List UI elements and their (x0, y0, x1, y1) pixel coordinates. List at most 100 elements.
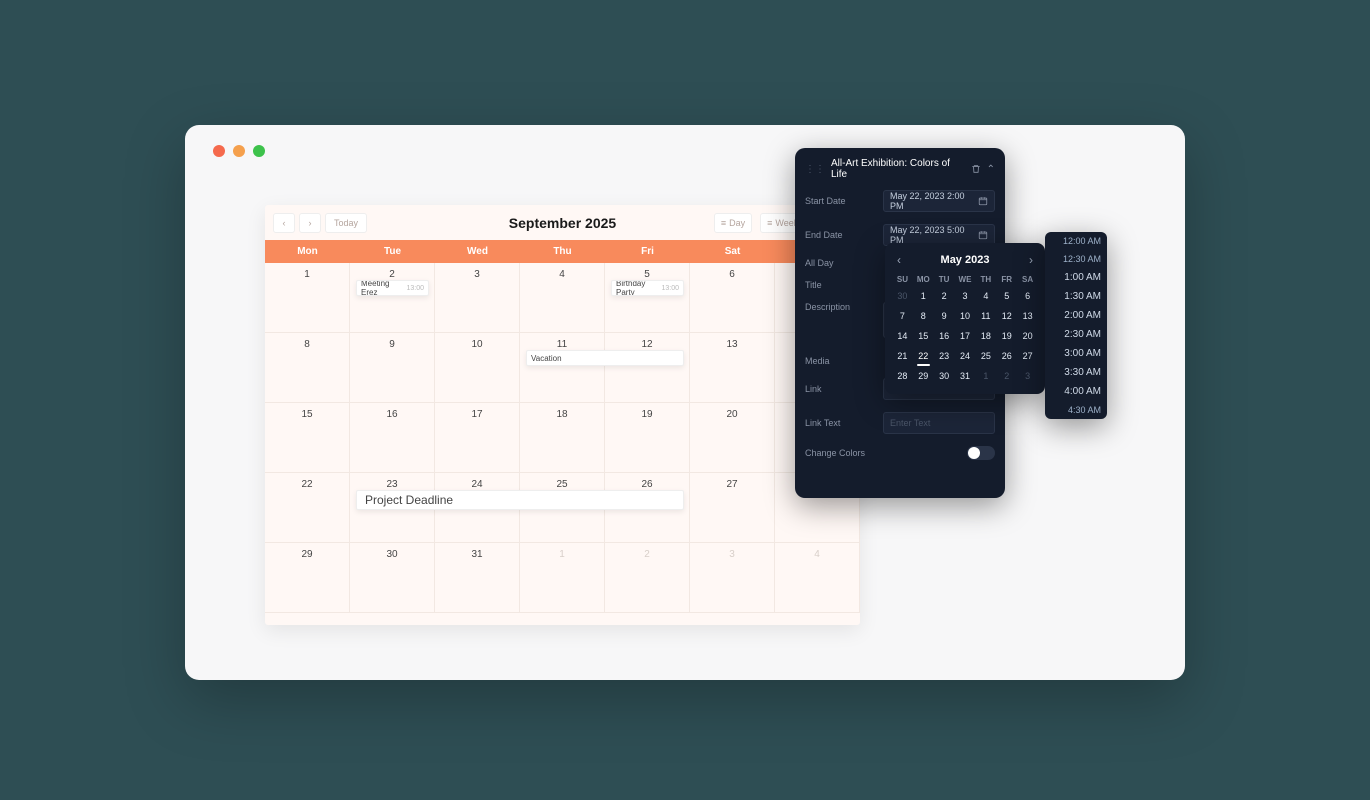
picker-day[interactable]: 13 (1018, 308, 1037, 324)
picker-day[interactable]: 24 (956, 348, 975, 364)
time-option[interactable]: 4:00 AM (1051, 386, 1101, 397)
time-option[interactable]: 1:30 AM (1051, 291, 1101, 302)
picker-day[interactable]: 1 (976, 368, 995, 384)
picker-day[interactable]: 29 (914, 368, 933, 384)
event-chip[interactable]: Vacation (526, 350, 684, 366)
picker-day[interactable]: 28 (893, 368, 912, 384)
day-number: 18 (526, 409, 598, 420)
picker-day[interactable]: 2 (935, 288, 954, 304)
calendar-cell[interactable]: 31 (435, 543, 520, 613)
picker-day[interactable]: 5 (997, 288, 1016, 304)
picker-day[interactable]: 25 (976, 348, 995, 364)
calendar-icon (978, 196, 988, 206)
time-option[interactable]: 1:00 AM (1051, 272, 1101, 283)
picker-day[interactable]: 17 (956, 328, 975, 344)
picker-day[interactable]: 23 (935, 348, 954, 364)
picker-day[interactable]: 16 (935, 328, 954, 344)
close-dot[interactable] (213, 145, 225, 157)
maximize-dot[interactable] (253, 145, 265, 157)
calendar-cell[interactable]: 6 (690, 263, 775, 333)
start-date-field: Start Date May 22, 2023 2:00 PM (805, 190, 995, 212)
calendar-cell[interactable]: 10 (435, 333, 520, 403)
calendar-cell[interactable]: 3 (690, 543, 775, 613)
start-date-input[interactable]: May 22, 2023 2:00 PM (883, 190, 995, 212)
calendar-cell[interactable]: 13 (690, 333, 775, 403)
panel-header: ⋮⋮ All-Art Exhibition: Colors of Life ⌃ (805, 158, 995, 180)
event-chip[interactable]: Meeting Erez13:00 (356, 280, 429, 296)
picker-day[interactable]: 3 (1018, 368, 1037, 384)
picker-day[interactable]: 26 (997, 348, 1016, 364)
time-option[interactable]: 4:30 AM (1051, 405, 1101, 415)
calendar-cell[interactable]: 2 (605, 543, 690, 613)
today-button[interactable]: Today (325, 213, 367, 233)
picker-day[interactable]: 15 (914, 328, 933, 344)
picker-day[interactable]: 30 (935, 368, 954, 384)
prev-month-button[interactable]: ‹ (273, 213, 295, 233)
time-option[interactable]: 12:00 AM (1051, 236, 1101, 246)
delete-icon[interactable] (971, 164, 981, 174)
picker-next-button[interactable]: › (1025, 253, 1037, 267)
picker-prev-button[interactable]: ‹ (893, 253, 905, 267)
calendar-cell[interactable]: 16 (350, 403, 435, 473)
time-option[interactable]: 2:00 AM (1051, 310, 1101, 321)
minimize-dot[interactable] (233, 145, 245, 157)
calendar-cell[interactable]: 19 (605, 403, 690, 473)
picker-weekday: WE (956, 275, 975, 284)
calendar-cell[interactable]: 4 (520, 263, 605, 333)
calendar-cell[interactable]: 29 (265, 543, 350, 613)
time-option[interactable]: 12:30 AM (1051, 254, 1101, 264)
time-option[interactable]: 3:30 AM (1051, 367, 1101, 378)
link-text-input[interactable]: Enter Text (883, 412, 995, 434)
picker-day[interactable]: 30 (893, 288, 912, 304)
calendar-cell[interactable]: 20 (690, 403, 775, 473)
picker-day[interactable]: 27 (1018, 348, 1037, 364)
picker-day[interactable]: 6 (1018, 288, 1037, 304)
picker-day[interactable]: 31 (956, 368, 975, 384)
calendar-cell[interactable]: 22 (265, 473, 350, 543)
calendar-cell[interactable]: 17 (435, 403, 520, 473)
calendar-cell[interactable]: 11 (520, 333, 605, 403)
collapse-icon[interactable]: ⌃ (987, 164, 995, 175)
change-colors-toggle[interactable] (967, 446, 995, 460)
time-option[interactable]: 3:00 AM (1051, 348, 1101, 359)
picker-day[interactable]: 14 (893, 328, 912, 344)
calendar-cell[interactable]: 12 (605, 333, 690, 403)
calendar-cell[interactable]: 1 (265, 263, 350, 333)
day-number: 30 (356, 549, 428, 560)
calendar-cell[interactable]: 30 (350, 543, 435, 613)
calendar-cell[interactable]: 3 (435, 263, 520, 333)
link-label: Link (805, 384, 883, 394)
picker-day[interactable]: 4 (976, 288, 995, 304)
event-chip[interactable]: Birthday Party13:00 (611, 280, 684, 296)
calendar-cell[interactable]: 1 (520, 543, 605, 613)
calendar-cell[interactable]: 9 (350, 333, 435, 403)
picker-day[interactable]: 12 (997, 308, 1016, 324)
picker-day[interactable]: 8 (914, 308, 933, 324)
picker-day[interactable]: 11 (976, 308, 995, 324)
picker-day[interactable]: 7 (893, 308, 912, 324)
drag-handle-icon[interactable]: ⋮⋮ (805, 164, 825, 175)
picker-day[interactable]: 1 (914, 288, 933, 304)
picker-day[interactable]: 22 (914, 348, 933, 364)
calendar-cell[interactable]: 15 (265, 403, 350, 473)
calendar-cell[interactable]: 5 (605, 263, 690, 333)
calendar-cell[interactable]: 8 (265, 333, 350, 403)
view-day-button[interactable]: Day (714, 213, 752, 233)
next-month-button[interactable]: › (299, 213, 321, 233)
calendar-cell[interactable]: 18 (520, 403, 605, 473)
picker-day[interactable]: 3 (956, 288, 975, 304)
picker-day[interactable]: 9 (935, 308, 954, 324)
picker-day[interactable]: 2 (997, 368, 1016, 384)
calendar-cell[interactable]: 4 (775, 543, 860, 613)
picker-day[interactable]: 10 (956, 308, 975, 324)
time-option[interactable]: 2:30 AM (1051, 329, 1101, 340)
picker-day[interactable]: 18 (976, 328, 995, 344)
picker-day[interactable]: 21 (893, 348, 912, 364)
calendar-cell[interactable]: 27 (690, 473, 775, 543)
event-chip[interactable]: Project Deadline (356, 490, 684, 510)
picker-day[interactable]: 19 (997, 328, 1016, 344)
day-number: 29 (271, 549, 343, 560)
calendar-cell[interactable]: 2 (350, 263, 435, 333)
picker-day[interactable]: 20 (1018, 328, 1037, 344)
picker-weekday: FR (997, 275, 1016, 284)
